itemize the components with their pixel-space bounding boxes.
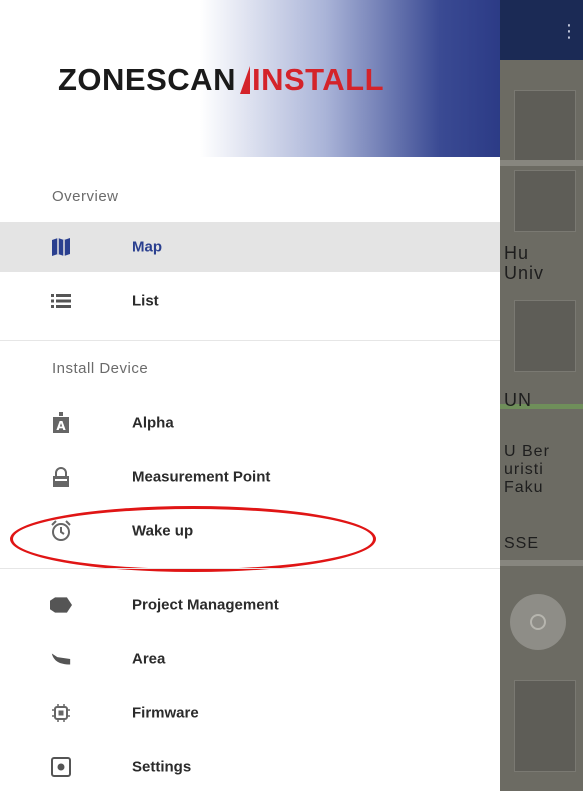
logo-slash-icon bbox=[239, 66, 250, 94]
map-place-label: U Ber bbox=[504, 443, 550, 460]
map-place-label: UN bbox=[504, 390, 532, 410]
nav-item-measurement-point[interactable]: Measurement Point bbox=[0, 452, 500, 502]
nav-item-label: Firmware bbox=[132, 704, 199, 722]
nav-item-label: Project Management bbox=[132, 596, 279, 614]
nav-item-list[interactable]: List bbox=[0, 276, 500, 326]
app-logo: ZONESCAN INSTALL bbox=[58, 62, 384, 98]
section-overview-label: Overview bbox=[52, 188, 119, 205]
map-road bbox=[500, 160, 583, 166]
nav-item-wake-up[interactable]: Wake up bbox=[0, 506, 500, 556]
map-place-label: Faku bbox=[504, 479, 544, 496]
map-building bbox=[514, 300, 576, 372]
drawer-header: ZONESCAN INSTALL bbox=[0, 0, 500, 157]
alpha-device-icon: A bbox=[50, 412, 72, 434]
lock-icon bbox=[50, 466, 72, 488]
nav-item-alpha[interactable]: A Alpha bbox=[0, 398, 500, 448]
nav-item-label: List bbox=[132, 292, 159, 310]
nav-item-label: Area bbox=[132, 650, 166, 668]
map-building bbox=[514, 680, 576, 772]
my-location-button[interactable] bbox=[510, 594, 566, 650]
logo-primary-text: ZONESCAN bbox=[58, 62, 236, 97]
map-toolbar: ⋮ bbox=[500, 0, 583, 60]
overflow-menu-icon[interactable]: ⋮ bbox=[560, 22, 578, 40]
folder-tag-icon bbox=[50, 594, 72, 616]
nav-item-map[interactable]: Map bbox=[0, 222, 500, 272]
nav-item-label: Settings bbox=[132, 758, 192, 776]
navigation-drawer: ZONESCAN INSTALL Overview Map List Insta… bbox=[0, 0, 500, 791]
nav-item-settings[interactable]: Settings bbox=[0, 742, 500, 792]
map-road bbox=[500, 560, 583, 566]
nav-item-label: Map bbox=[132, 238, 162, 256]
nav-item-area[interactable]: Area bbox=[0, 634, 500, 684]
map-building bbox=[514, 90, 576, 162]
alarm-clock-icon bbox=[50, 520, 72, 542]
map-place-label: Hu bbox=[504, 243, 530, 263]
map-background[interactable]: ⋮ Hu Univ UN U Ber uristi Faku SSE bbox=[500, 0, 583, 791]
map-street-label: SSE bbox=[504, 535, 540, 552]
map-place-label: Univ bbox=[504, 263, 545, 283]
area-icon bbox=[50, 648, 72, 670]
nav-item-firmware[interactable]: Firmware bbox=[0, 688, 500, 738]
chip-icon bbox=[50, 702, 72, 724]
list-icon bbox=[50, 290, 72, 312]
section-divider bbox=[0, 340, 500, 341]
map-icon bbox=[50, 236, 72, 258]
map-building bbox=[514, 170, 576, 232]
nav-item-label: Measurement Point bbox=[132, 468, 271, 486]
nav-item-project-management[interactable]: Project Management bbox=[0, 580, 500, 630]
svg-text:A: A bbox=[56, 419, 66, 433]
section-divider bbox=[0, 568, 500, 569]
logo-secondary-text: INSTALL bbox=[251, 62, 385, 97]
section-install-device-label: Install Device bbox=[52, 360, 149, 377]
settings-icon bbox=[50, 756, 72, 778]
nav-item-label: Wake up bbox=[132, 522, 194, 540]
nav-item-label: Alpha bbox=[132, 414, 174, 432]
map-place-label: uristi bbox=[504, 461, 544, 478]
